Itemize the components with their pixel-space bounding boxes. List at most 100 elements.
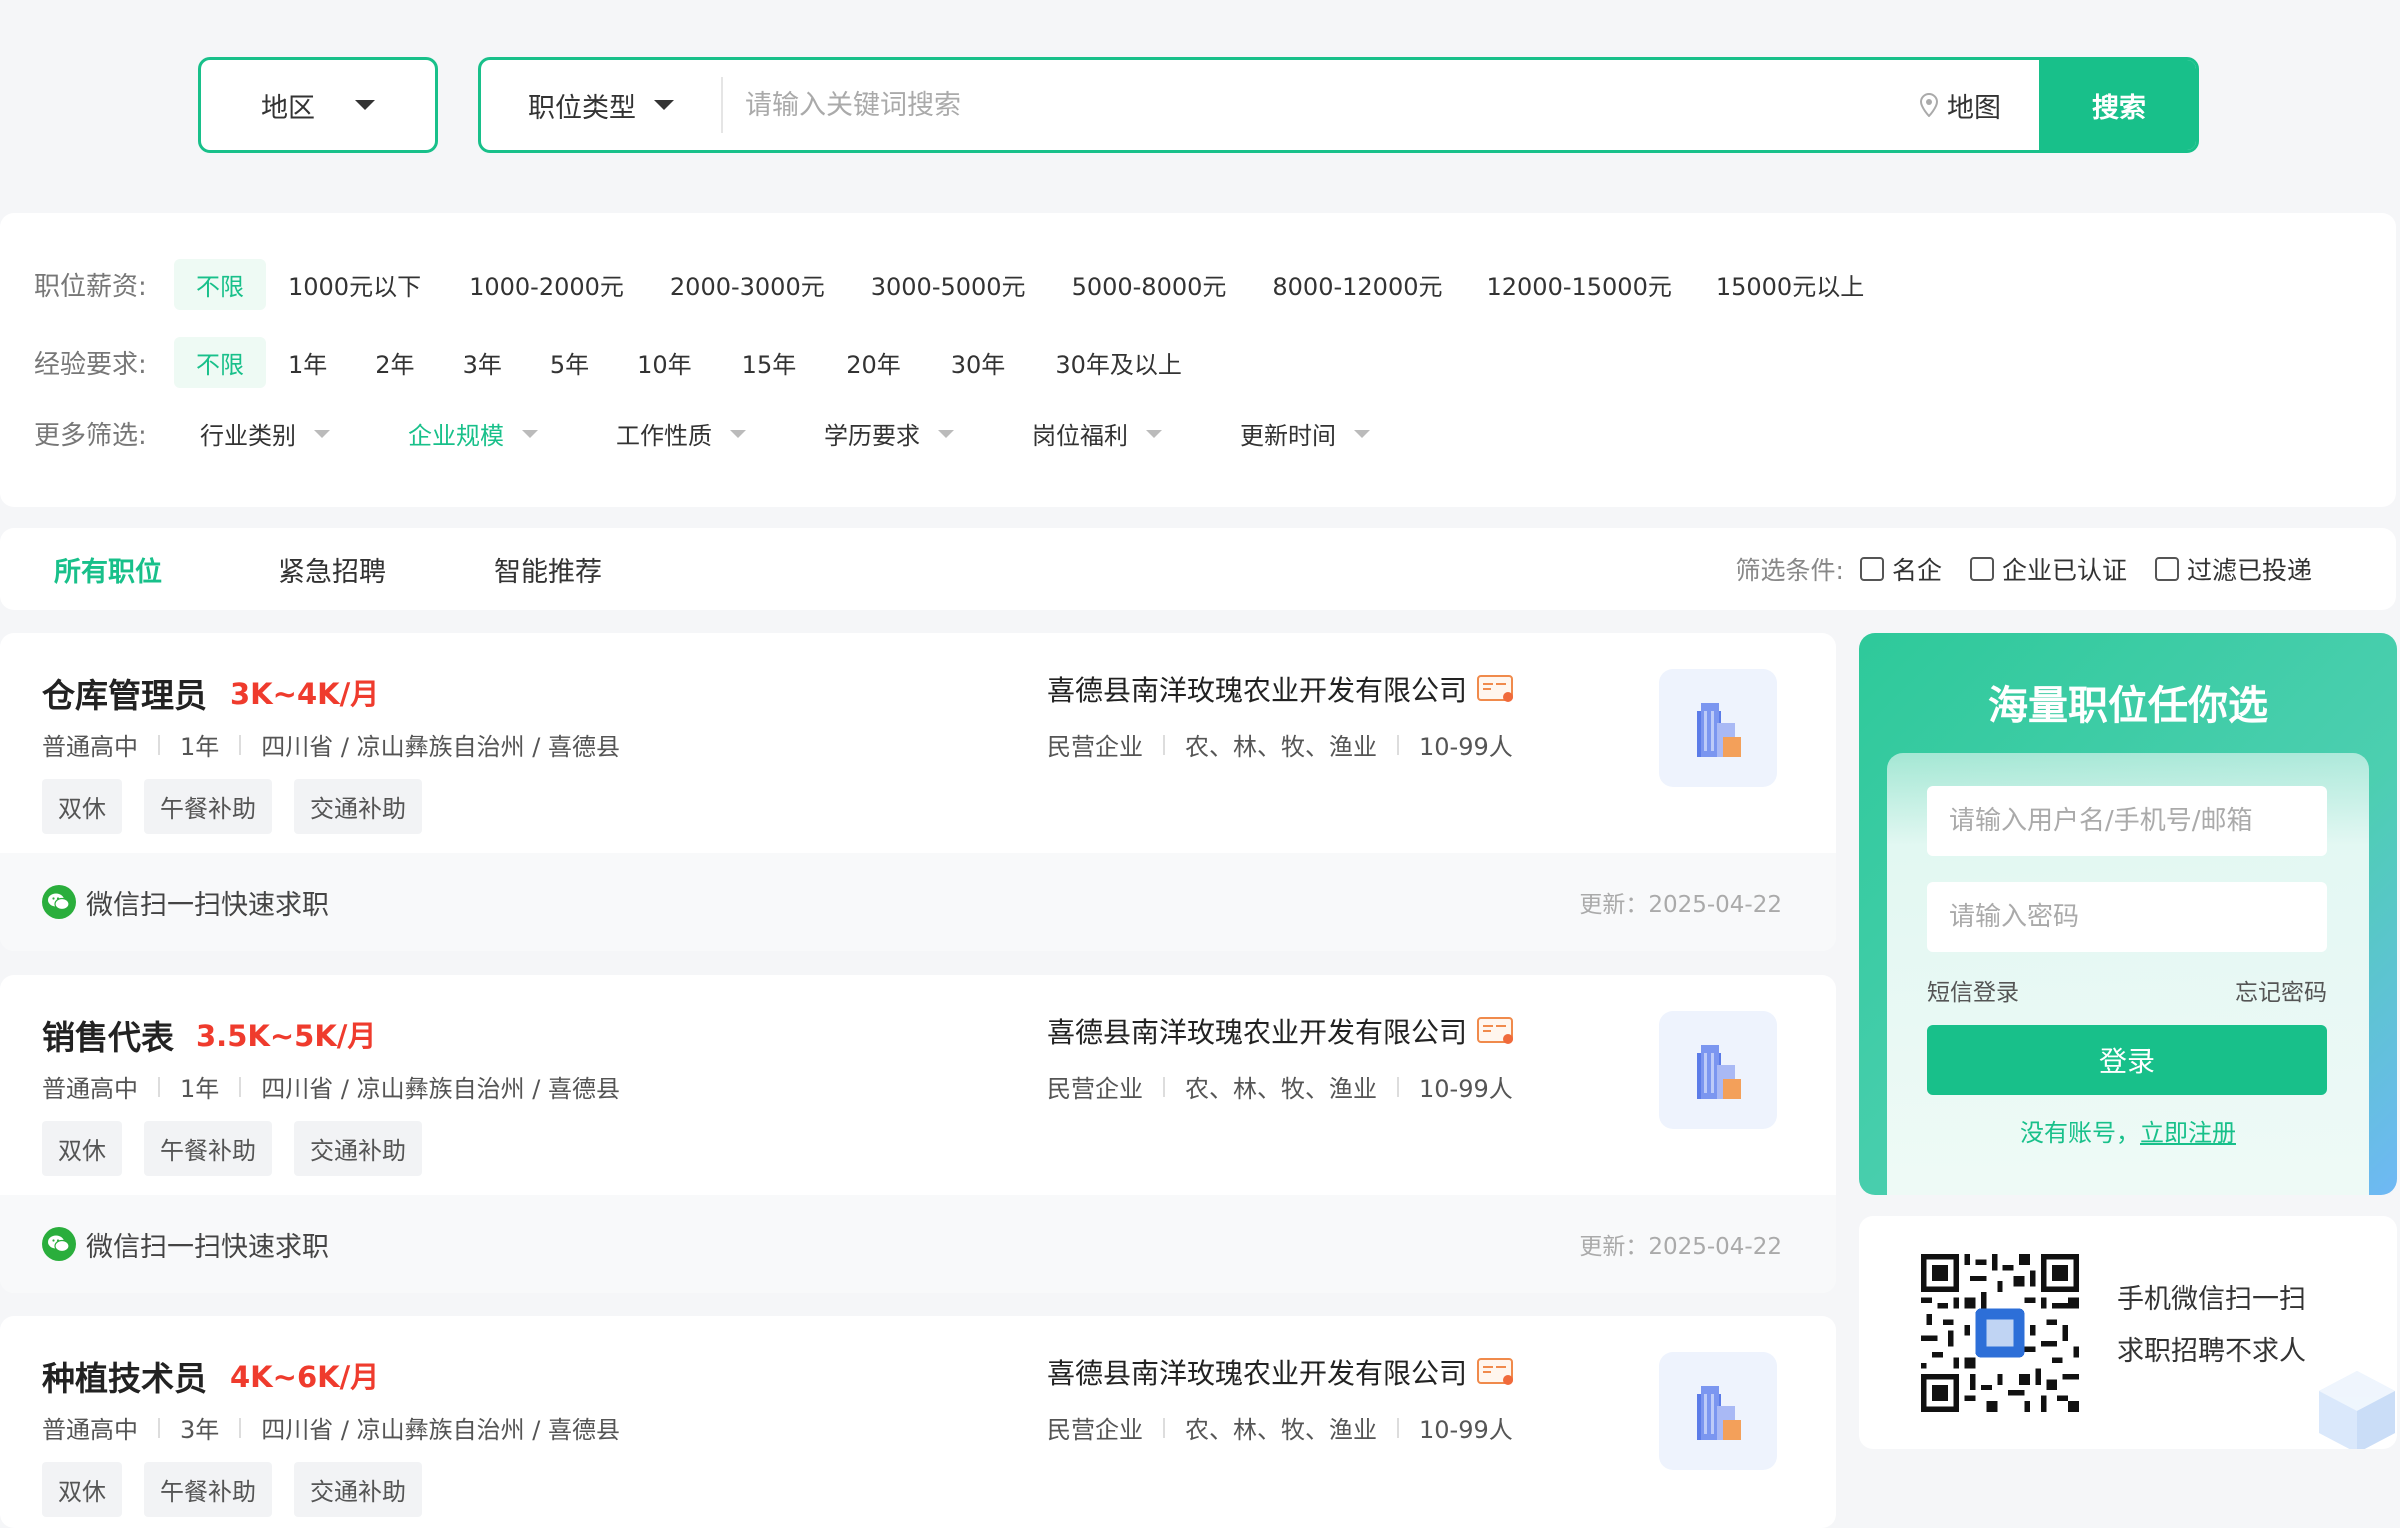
industry-dropdown[interactable]: 行业类别: [200, 416, 330, 451]
company-type: 民营企业: [1047, 1075, 1143, 1103]
salary-option[interactable]: 5000-8000元: [1050, 259, 1249, 310]
job-tag: 双休: [42, 779, 122, 834]
sms-login-link[interactable]: 短信登录: [1927, 973, 2019, 1007]
job-card-footer: 微信扫一扫快速求职 更新：2025-04-22: [0, 853, 1836, 951]
wechat-apply-link[interactable]: 微信扫一扫快速求职: [42, 1225, 329, 1264]
job-tag: 午餐补助: [144, 1121, 272, 1176]
job-title[interactable]: 仓库管理员: [42, 669, 207, 717]
company-size-dropdown[interactable]: 企业规模: [408, 416, 538, 451]
tab-urgent[interactable]: 紧急招聘: [278, 550, 386, 589]
wechat-icon: [42, 1227, 76, 1261]
chevron-down-icon: [730, 429, 746, 438]
experience-option[interactable]: 30年: [929, 337, 1028, 388]
filter-applied-checkbox[interactable]: 过滤已投递: [2154, 551, 2312, 587]
job-requirements: 普通高中 1年 四川省 / 凉山彝族自治州 / 喜德县: [42, 727, 620, 762]
checkbox-box[interactable]: [2154, 557, 2179, 581]
job-tag: 午餐补助: [144, 779, 272, 834]
job-card[interactable]: 销售代表 3.5K~5K/月 普通高中 1年 四川省 / 凉山彝族自治州 / 喜…: [0, 975, 1836, 1293]
username-input[interactable]: [1927, 786, 2327, 856]
job-card[interactable]: 种植技术员 4K~6K/月 普通高中 3年 四川省 / 凉山彝族自治州 / 喜德…: [0, 1316, 1836, 1528]
wechat-apply-label: 微信扫一扫快速求职: [86, 1231, 329, 1263]
salary-option[interactable]: 1000元以下: [266, 259, 443, 310]
salary-option[interactable]: 2000-3000元: [648, 259, 847, 310]
login-button[interactable]: 登录: [1927, 1025, 2327, 1095]
job-experience: 1年: [180, 1075, 220, 1103]
salary-option[interactable]: 8000-12000元: [1250, 259, 1464, 310]
wechat-apply-link[interactable]: 微信扫一扫快速求职: [42, 883, 329, 922]
salary-option[interactable]: 1000-2000元: [447, 259, 646, 310]
qr-description: 手机微信扫一扫 求职招聘不求人: [2117, 1274, 2306, 1378]
job-education: 普通高中: [42, 733, 138, 761]
company-industry: 农、林、牧、渔业: [1185, 733, 1377, 761]
company-logo[interactable]: [1659, 1011, 1777, 1129]
salary-option[interactable]: 不限: [174, 259, 266, 310]
qr-panel: 手机微信扫一扫 求职招聘不求人: [1859, 1216, 2397, 1449]
verified-enterprise-icon: [1477, 1358, 1514, 1385]
company-name[interactable]: 喜德县南洋玫瑰农业开发有限公司: [1047, 669, 1515, 709]
experience-filter-label: 经验要求:: [34, 350, 147, 380]
benefits-dropdown[interactable]: 岗位福利: [1032, 416, 1162, 451]
salary-filter-row: 职位薪资: 不限 1000元以下 1000-2000元 2000-3000元 3…: [0, 259, 1886, 310]
qr-text-line2: 求职招聘不求人: [2117, 1336, 2306, 1367]
job-location: 四川省 / 凉山彝族自治州 / 喜德县: [261, 1075, 620, 1103]
chevron-down-icon: [314, 429, 330, 438]
company-size: 10-99人: [1419, 733, 1513, 761]
tabs-bar: 所有职位 紧急招聘 智能推荐 筛选条件: 名企 企业已认证 过滤已投递: [0, 528, 2396, 610]
checkbox-box[interactable]: [1969, 557, 1994, 581]
experience-option[interactable]: 30年及以上: [1033, 337, 1204, 388]
company-name[interactable]: 喜德县南洋玫瑰农业开发有限公司: [1047, 1352, 1515, 1392]
salary-option[interactable]: 3000-5000元: [849, 259, 1048, 310]
tab-all-jobs[interactable]: 所有职位: [54, 550, 162, 589]
company-logo[interactable]: [1659, 669, 1777, 787]
job-title[interactable]: 销售代表: [42, 1011, 174, 1059]
building-icon: [1697, 1386, 1741, 1440]
experience-option[interactable]: 20年: [824, 337, 923, 388]
forgot-password-link[interactable]: 忘记密码: [2235, 973, 2327, 1007]
experience-option[interactable]: 5年: [528, 337, 611, 388]
job-salary: 3.5K~5K/月: [196, 1019, 377, 1053]
job-experience: 3年: [180, 1416, 220, 1444]
divider: [239, 734, 242, 755]
experience-option[interactable]: 3年: [441, 337, 524, 388]
job-nature-dropdown[interactable]: 工作性质: [616, 416, 746, 451]
wechat-apply-label: 微信扫一扫快速求职: [86, 889, 329, 921]
experience-option[interactable]: 15年: [720, 337, 819, 388]
update-time-dropdown[interactable]: 更新时间: [1240, 416, 1370, 451]
divider: [239, 1417, 242, 1438]
dropdown-label: 工作性质: [616, 422, 712, 450]
divider: [158, 1417, 160, 1438]
company-industry: 农、林、牧、渔业: [1185, 1416, 1377, 1444]
company-name-text: 喜德县南洋玫瑰农业开发有限公司: [1047, 1016, 1468, 1049]
experience-option[interactable]: 1年: [266, 337, 349, 388]
map-link[interactable]: 地图: [1919, 86, 2001, 125]
experience-option[interactable]: 2年: [353, 337, 436, 388]
keyword-search-input[interactable]: [723, 60, 1919, 150]
building-icon: [1697, 1045, 1741, 1099]
password-input[interactable]: [1927, 882, 2327, 952]
education-dropdown[interactable]: 学历要求: [824, 416, 954, 451]
salary-option[interactable]: 12000-15000元: [1464, 259, 1693, 310]
experience-option[interactable]: 不限: [174, 337, 266, 388]
company-logo[interactable]: [1659, 1352, 1777, 1470]
wechat-icon: [42, 885, 76, 919]
job-education: 普通高中: [42, 1416, 138, 1444]
tab-recommend[interactable]: 智能推荐: [494, 550, 602, 589]
update-date: 更新：2025-04-22: [1579, 892, 1782, 918]
company-name[interactable]: 喜德县南洋玫瑰农业开发有限公司: [1047, 1011, 1515, 1051]
job-location: 四川省 / 凉山彝族自治州 / 喜德县: [261, 1416, 620, 1444]
company-name-text: 喜德县南洋玫瑰农业开发有限公司: [1047, 1357, 1468, 1390]
experience-option[interactable]: 10年: [615, 337, 714, 388]
job-title[interactable]: 种植技术员: [42, 1352, 207, 1400]
checkbox-box[interactable]: [1859, 557, 1884, 581]
salary-option[interactable]: 15000元以上: [1694, 259, 1886, 310]
jobtype-select[interactable]: 职位类型: [481, 77, 723, 133]
region-select[interactable]: 地区: [198, 57, 438, 153]
job-card[interactable]: 仓库管理员 3K~4K/月 普通高中 1年 四川省 / 凉山彝族自治州 / 喜德…: [0, 633, 1836, 951]
verified-company-checkbox[interactable]: 企业已认证: [1969, 551, 2127, 587]
search-button[interactable]: 搜索: [2039, 60, 2196, 150]
checkbox-label: 名企: [1891, 556, 1942, 585]
login-panel: 海量职位任你选 短信登录 忘记密码 登录 没有账号，立即注册: [1859, 633, 2397, 1195]
divider: [1163, 1076, 1165, 1097]
famous-company-checkbox[interactable]: 名企: [1859, 551, 1942, 587]
register-link[interactable]: 立即注册: [2140, 1119, 2236, 1147]
